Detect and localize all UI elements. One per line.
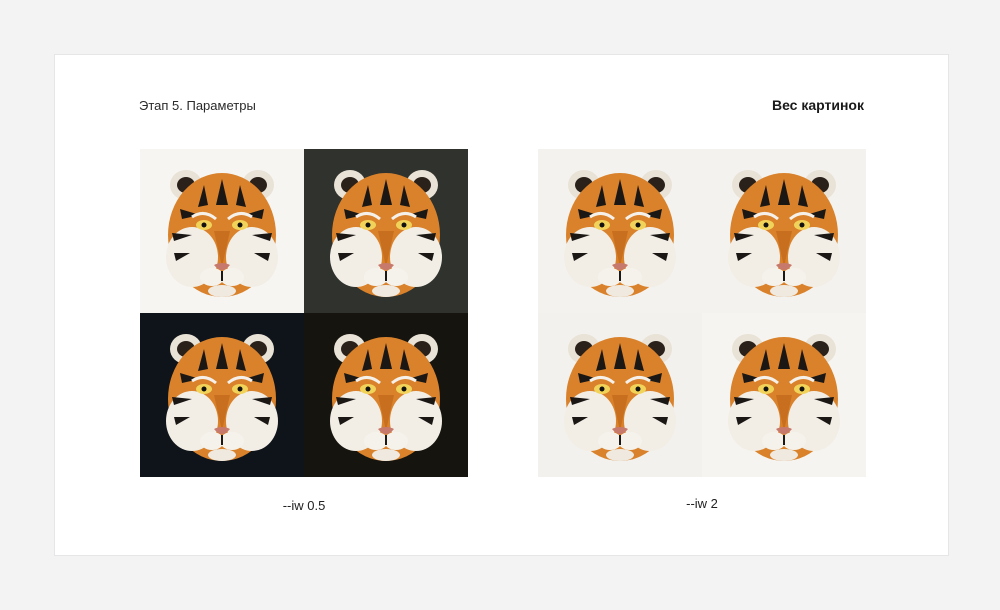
content-card: Этап 5. Параметры Вес картинок --iw 0.5 …: [54, 54, 949, 556]
step-label: Этап 5. Параметры: [139, 98, 256, 113]
tiger-portrait-image: [140, 149, 304, 313]
tiger-portrait-image: [538, 313, 702, 477]
caption-iw-2: --iw 2: [686, 496, 718, 511]
tiger-portrait-image: [702, 149, 866, 313]
tiger-portrait-image: [304, 149, 468, 313]
tiger-portrait-image: [702, 313, 866, 477]
tiger-image: [304, 149, 468, 313]
tiger-portrait-image: [538, 149, 702, 313]
image-grid-iw-0-5: [140, 149, 468, 477]
caption-iw-0-5: --iw 0.5: [282, 498, 326, 513]
tiger-image: [140, 313, 304, 477]
section-title: Вес картинок: [771, 97, 864, 113]
tiger-portrait-image: [304, 313, 468, 477]
tiger-image: [702, 149, 866, 313]
tiger-image: [140, 149, 304, 313]
tiger-image: [538, 313, 702, 477]
image-grid-iw-2: [538, 149, 866, 477]
tiger-image: [702, 313, 866, 477]
tiger-image: [538, 149, 702, 313]
tiger-image: [304, 313, 468, 477]
tiger-portrait-image: [140, 313, 304, 477]
